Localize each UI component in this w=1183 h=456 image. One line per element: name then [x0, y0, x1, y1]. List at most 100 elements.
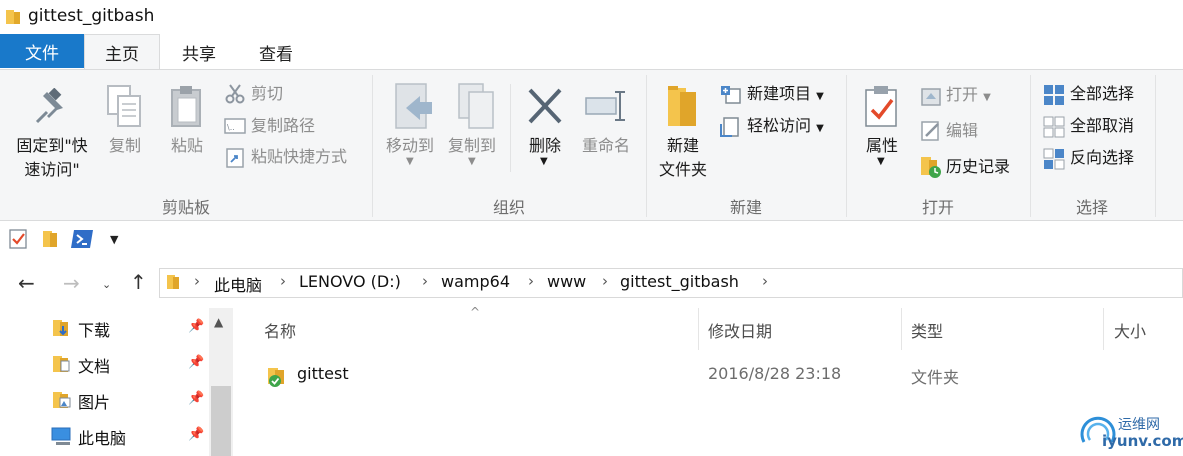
- breadcrumb-wamp64[interactable]: wamp64: [441, 272, 510, 291]
- delete-dropdown-caret[interactable]: ▼: [540, 156, 548, 167]
- folder-icon: [166, 273, 180, 291]
- new-folder-quick-icon[interactable]: [42, 229, 58, 249]
- move-to-dropdown-caret: ▼: [406, 156, 414, 167]
- copy-to-button[interactable]: 复制到: [442, 134, 502, 158]
- new-item-icon: [720, 85, 742, 105]
- delete-button[interactable]: 删除: [520, 134, 570, 158]
- tab-view[interactable]: 查看: [238, 34, 314, 70]
- history-icon: [920, 155, 944, 179]
- tab-file[interactable]: 文件: [0, 34, 84, 68]
- column-divider[interactable]: [901, 308, 902, 350]
- copy-to-dropdown-caret: ▼: [468, 156, 476, 167]
- easy-access-icon: [720, 116, 740, 138]
- chevron-down-icon: ▼: [816, 91, 824, 102]
- back-arrow-icon[interactable]: ←: [18, 271, 35, 295]
- properties-dropdown-caret[interactable]: ▼: [877, 156, 885, 167]
- breadcrumb-separator[interactable]: ›: [422, 272, 428, 290]
- scissors-icon: [225, 84, 245, 104]
- properties-button[interactable]: 属性: [858, 134, 906, 158]
- recent-locations-chevron-icon[interactable]: ⌄: [102, 278, 111, 291]
- breadcrumb-separator[interactable]: ›: [194, 272, 200, 290]
- nav-item-downloads[interactable]: 下载: [78, 317, 110, 341]
- quick-access-toolbar: [0, 222, 1183, 258]
- watermark-text-url: iyunv.com: [1102, 432, 1183, 450]
- copy-button[interactable]: 复制: [100, 134, 150, 158]
- pictures-folder-icon: [52, 390, 72, 410]
- new-folder-label-line1: 新建: [666, 136, 699, 155]
- file-name-cell[interactable]: gittest: [297, 364, 349, 383]
- open-button[interactable]: 打开 ▼: [946, 84, 991, 109]
- nav-pane-scroll-thumb[interactable]: [211, 386, 231, 456]
- git-folder-icon: [266, 366, 288, 388]
- breadcrumb-separator[interactable]: ›: [280, 272, 286, 290]
- cut-button[interactable]: 剪切: [251, 83, 283, 105]
- column-header-type[interactable]: 类型: [911, 318, 943, 342]
- column-header-name[interactable]: 名称: [264, 318, 296, 342]
- nav-item-this-pc[interactable]: 此电脑: [78, 425, 126, 449]
- breadcrumb-separator[interactable]: ›: [528, 272, 534, 290]
- new-item-button[interactable]: 新建项目 ▼: [747, 83, 824, 108]
- easy-access-label: 轻松访问: [747, 116, 812, 135]
- breadcrumb-drive[interactable]: LENOVO (D:): [299, 272, 401, 291]
- group-label-new: 新建: [729, 198, 762, 217]
- column-divider[interactable]: [1103, 308, 1104, 350]
- chevron-down-icon: ▼: [983, 92, 991, 103]
- breadcrumb-www[interactable]: www: [547, 272, 586, 291]
- pin-icon: [33, 88, 69, 128]
- breadcrumb-current-folder[interactable]: gittest_gitbash: [620, 272, 739, 291]
- pin-to-quick-access-button[interactable]: 固定到"快 速访问": [6, 134, 98, 182]
- select-none-icon: [1043, 116, 1065, 138]
- copy-path-icon: \..: [224, 117, 246, 135]
- pin-icon[interactable]: 📌: [188, 391, 204, 406]
- paste-icon: [168, 84, 206, 130]
- properties-check-icon[interactable]: [9, 228, 29, 250]
- pin-icon[interactable]: 📌: [188, 427, 204, 442]
- paste-shortcut-button[interactable]: 粘贴快捷方式: [251, 146, 347, 168]
- nav-item-documents[interactable]: 文档: [78, 353, 110, 377]
- pin-label-line2: 速访问": [24, 160, 80, 179]
- invert-selection-button[interactable]: 反向选择: [1070, 147, 1134, 169]
- move-to-button[interactable]: 移动到: [378, 134, 442, 158]
- downloads-folder-icon: [52, 318, 72, 338]
- column-header-date[interactable]: 修改日期: [708, 318, 772, 342]
- forward-arrow-icon[interactable]: →: [63, 271, 80, 295]
- move-to-icon: [392, 82, 434, 132]
- select-all-icon: [1043, 84, 1065, 106]
- select-none-button[interactable]: 全部取消: [1070, 115, 1134, 137]
- rename-button[interactable]: 重命名: [576, 134, 636, 158]
- documents-folder-icon: [52, 354, 72, 374]
- edit-icon: [920, 120, 942, 142]
- breadcrumb-this-pc[interactable]: 此电脑: [214, 272, 262, 296]
- pin-icon[interactable]: 📌: [188, 355, 204, 370]
- breadcrumb-separator[interactable]: ›: [602, 272, 608, 290]
- watermark-text-cn: 运维网: [1118, 417, 1160, 433]
- tab-share[interactable]: 共享: [162, 34, 236, 70]
- easy-access-button[interactable]: 轻松访问 ▼: [747, 115, 824, 140]
- open-icon: [920, 85, 942, 107]
- new-folder-button[interactable]: 新建 文件夹: [650, 134, 716, 182]
- tab-home[interactable]: 主页: [84, 34, 160, 70]
- svg-text:\..: \..: [227, 123, 235, 132]
- history-button[interactable]: 历史记录: [946, 156, 1010, 178]
- nav-item-pictures[interactable]: 图片: [78, 389, 110, 413]
- open-label: 打开: [946, 85, 979, 104]
- pin-label-line1: 固定到"快: [16, 136, 88, 155]
- scroll-up-arrow-icon[interactable]: ▲: [214, 315, 223, 329]
- title-bar: [0, 0, 1183, 34]
- file-type-cell: 文件夹: [911, 368, 960, 387]
- group-label-organize: 组织: [492, 198, 525, 217]
- rename-icon: [584, 88, 630, 124]
- customize-toolbar-dropdown-icon[interactable]: ▼: [110, 233, 118, 246]
- group-label-select: 选择: [1075, 198, 1108, 217]
- column-header-size[interactable]: 大小: [1114, 318, 1146, 342]
- paste-button[interactable]: 粘贴: [162, 134, 212, 158]
- pin-icon[interactable]: 📌: [188, 319, 204, 334]
- edit-button[interactable]: 编辑: [946, 120, 978, 142]
- powershell-icon[interactable]: [70, 229, 94, 249]
- column-divider[interactable]: [698, 308, 699, 350]
- breadcrumb-separator[interactable]: ›: [762, 272, 768, 290]
- select-all-button[interactable]: 全部选择: [1070, 83, 1134, 105]
- folder-icon: [6, 9, 20, 24]
- up-arrow-icon[interactable]: ↑: [130, 270, 147, 294]
- copy-path-button[interactable]: 复制路径: [251, 115, 315, 137]
